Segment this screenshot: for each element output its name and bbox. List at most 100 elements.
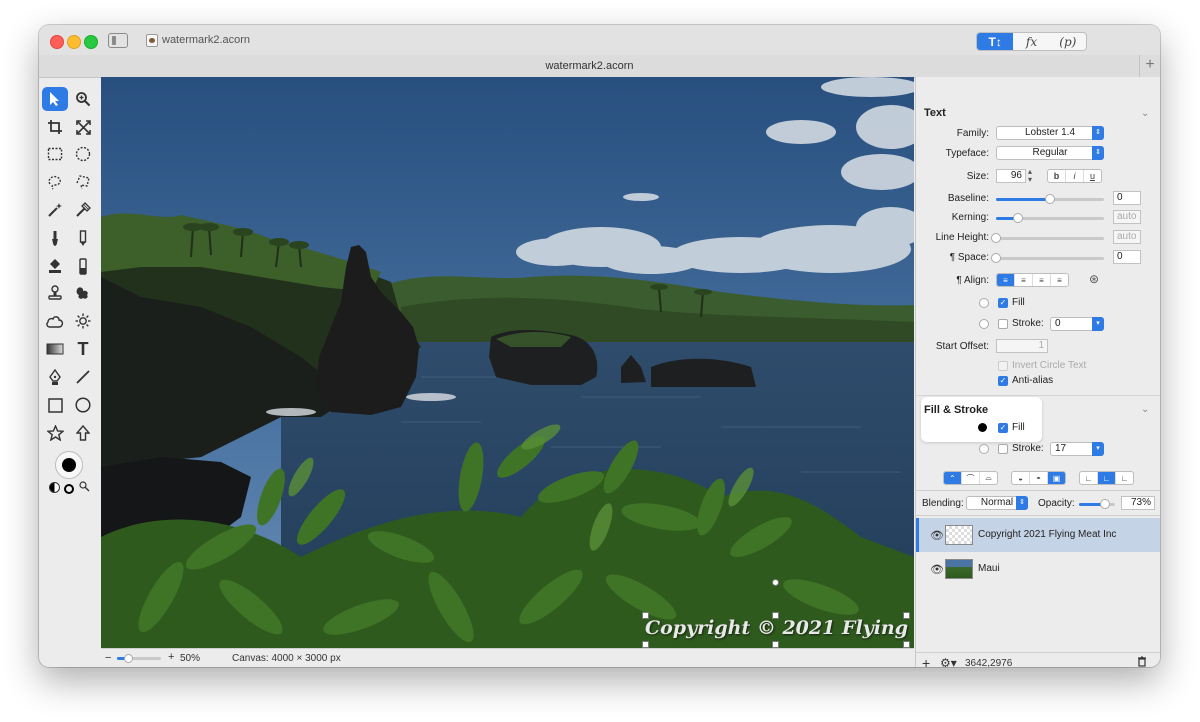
add-layer-button[interactable]: + [922, 655, 930, 667]
line-height-slider[interactable] [991, 233, 1104, 243]
baseline-slider[interactable] [996, 194, 1104, 204]
image-canvas[interactable]: Copyright © 2021 Flying Meat Inc [101, 77, 914, 648]
align-center-icon[interactable]: ≡ [1015, 274, 1033, 286]
zoom-slider[interactable] [117, 654, 161, 663]
rect-marquee-tool[interactable] [42, 142, 68, 166]
typeface-popup[interactable]: Regular ⇕ [996, 146, 1104, 160]
stroke-checkbox[interactable] [998, 319, 1008, 329]
magic-wand-tool[interactable] [42, 198, 68, 222]
text-tool[interactable]: T [70, 337, 96, 361]
text-on-path-icon[interactable]: ⊛ [1089, 272, 1099, 286]
lasso-tool[interactable] [42, 170, 68, 194]
new-tab-button[interactable]: + [1139, 55, 1160, 77]
trash-icon[interactable] [1137, 656, 1147, 667]
shape-stroke-checkbox[interactable] [998, 444, 1008, 454]
layer-row[interactable]: 👁 Maui [916, 552, 1160, 586]
opacity-slider-knob[interactable] [1100, 499, 1111, 509]
ellipse-marquee-tool[interactable] [70, 142, 96, 166]
opacity-slider[interactable] [1079, 499, 1115, 509]
arrow-shape-tool[interactable] [70, 421, 96, 445]
watermark-text-layer[interactable]: Copyright © 2021 Flying Meat Inc [645, 617, 914, 639]
selection-handle[interactable] [772, 641, 779, 648]
kerning-slider-knob[interactable] [1012, 213, 1023, 223]
swap-colors-icon[interactable] [49, 482, 60, 493]
zoom-window-button[interactable] [84, 35, 98, 49]
select-arrow-tool[interactable] [42, 87, 68, 111]
bevel-join-icon[interactable]: ⌓ [980, 472, 997, 484]
kerning-field[interactable]: auto [1113, 210, 1141, 224]
pen-tool[interactable] [42, 365, 68, 389]
fill-radio[interactable] [979, 298, 989, 308]
underline-button[interactable]: u [1084, 170, 1101, 182]
pencil-tool[interactable] [70, 226, 96, 250]
selection-handle[interactable] [903, 612, 910, 619]
layer-row[interactable]: 👁 Copyright 2021 Flying Meat Inc [916, 518, 1160, 552]
kerning-slider[interactable] [996, 213, 1104, 223]
smudge-tool[interactable] [70, 281, 96, 305]
butt-cap-icon[interactable]: ◒ [1012, 472, 1030, 484]
square-cap-icon[interactable]: ▣ [1048, 472, 1065, 484]
start-offset-field[interactable]: 1 [996, 339, 1048, 353]
paragraph-space-slider[interactable] [991, 253, 1104, 263]
align-right-icon[interactable]: ≡ [1033, 274, 1051, 286]
rectangle-tool[interactable] [42, 393, 68, 417]
default-colors-icon[interactable] [64, 484, 74, 494]
align-inside-icon[interactable]: ∟ [1080, 472, 1098, 484]
gradient-tool[interactable] [42, 337, 68, 361]
minimize-window-button[interactable] [67, 35, 81, 49]
selection-handle[interactable] [772, 612, 779, 619]
sun-burst-tool[interactable] [70, 309, 96, 333]
chevron-down-icon[interactable]: ⌄ [1141, 404, 1149, 415]
sidebar-toggle-icon[interactable] [108, 33, 128, 48]
paragraph-space-slider-knob[interactable] [991, 253, 1001, 263]
stroke-radio[interactable] [979, 319, 989, 329]
baseline-slider-knob[interactable] [1045, 194, 1055, 204]
shape-stroke-width-combo[interactable]: 17 ▾ [1050, 442, 1104, 456]
line-height-field[interactable]: auto [1113, 230, 1141, 244]
zoom-tool[interactable] [70, 87, 96, 111]
eye-icon[interactable]: 👁 [930, 529, 944, 542]
selection-handle[interactable] [642, 641, 649, 648]
zoom-slider-knob[interactable] [124, 654, 133, 663]
baseline-field[interactable]: 0 [1113, 191, 1141, 205]
stamp-fill-tool[interactable] [42, 254, 68, 278]
selection-handle[interactable] [642, 612, 649, 619]
oval-tool[interactable] [70, 393, 96, 417]
align-center-stroke-icon[interactable]: ∟ [1098, 472, 1116, 484]
close-window-button[interactable] [50, 35, 64, 49]
shape-stroke-radio[interactable] [979, 444, 989, 454]
text-tools-mode-button[interactable]: T↕ [977, 33, 1014, 50]
eye-icon[interactable]: 👁 [930, 563, 944, 576]
opacity-field[interactable]: 73% [1121, 496, 1155, 510]
color-well[interactable] [55, 451, 83, 479]
round-join-icon[interactable]: ⌒ [962, 472, 980, 484]
resize-tool[interactable] [70, 115, 96, 139]
polygon-lasso-tool[interactable] [70, 170, 96, 194]
eyedropper-icon[interactable] [79, 481, 90, 495]
align-justify-icon[interactable]: ≡ [1051, 274, 1068, 286]
color-select-tool[interactable] [70, 198, 96, 222]
zoom-in-button[interactable]: + [168, 651, 174, 663]
line-height-slider-knob[interactable] [991, 233, 1001, 243]
brush-tool[interactable] [42, 226, 68, 250]
font-size-field[interactable]: 96 [996, 169, 1026, 183]
selection-handle[interactable] [903, 641, 910, 648]
cloud-shape-tool[interactable] [42, 309, 68, 333]
tab-title[interactable]: watermark2.acorn [39, 60, 1140, 72]
round-cap-icon[interactable]: ◓ [1030, 472, 1048, 484]
crop-tool[interactable] [42, 115, 68, 139]
star-tool[interactable] [42, 421, 68, 445]
anti-alias-checkbox[interactable]: ✓ [998, 376, 1008, 386]
line-tool[interactable] [70, 365, 96, 389]
align-outside-icon[interactable]: ∟ [1116, 472, 1133, 484]
paragraph-space-field[interactable]: 0 [1113, 250, 1141, 264]
stroke-width-combo[interactable]: 0 ▾ [1050, 317, 1104, 331]
clone-tool[interactable] [42, 281, 68, 305]
zoom-out-button[interactable]: − [105, 652, 111, 664]
fill-color-swatch[interactable] [978, 423, 987, 432]
plugins-mode-button[interactable]: (p) [1050, 33, 1086, 50]
filters-mode-button[interactable]: fx [1013, 33, 1049, 50]
eraser-tool[interactable] [70, 254, 96, 278]
size-stepper-icon[interactable]: ▴ ▾ [1028, 168, 1032, 184]
chevron-down-icon[interactable]: ⌄ [1141, 108, 1149, 119]
